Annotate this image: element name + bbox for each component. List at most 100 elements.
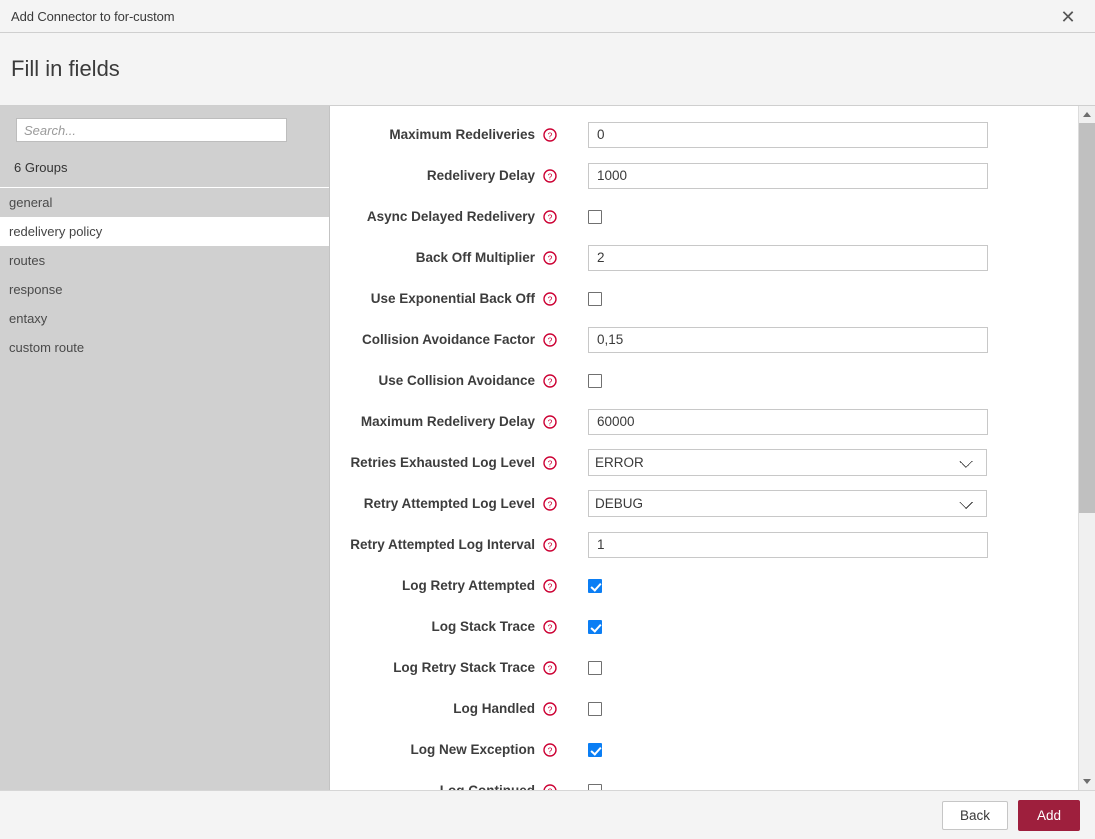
- help-circle-icon[interactable]: ?: [543, 456, 557, 470]
- search-input[interactable]: [16, 118, 287, 142]
- help-circle-icon[interactable]: ?: [543, 374, 557, 388]
- search-container: [0, 118, 329, 142]
- svg-text:?: ?: [548, 171, 553, 181]
- form-row: Maximum Redelivery Delay?: [330, 401, 1077, 442]
- field-label-cell: Back Off Multiplier?: [330, 250, 567, 265]
- field-label-cell: Redelivery Delay?: [330, 168, 567, 183]
- field-label: Maximum Redeliveries: [389, 127, 535, 142]
- form-row: Retry Attempted Log Level? DEBUG: [330, 483, 1077, 524]
- field-checkbox[interactable]: [588, 702, 602, 716]
- field-label: Log Retry Stack Trace: [393, 660, 535, 675]
- sidebar-item-routes[interactable]: routes: [0, 246, 329, 275]
- field-label: Log Handled: [453, 701, 535, 716]
- help-circle-icon[interactable]: ?: [543, 579, 557, 593]
- dialog-titlebar: Add Connector to for-custom ✕: [0, 0, 1095, 33]
- field-input[interactable]: [588, 245, 988, 271]
- form-row: Retry Attempted Log Interval?: [330, 524, 1077, 565]
- form-row: Back Off Multiplier?: [330, 237, 1077, 278]
- form-row: Log Handled?: [330, 688, 1077, 729]
- field-control-cell: [567, 702, 1077, 716]
- field-checkbox[interactable]: [588, 292, 602, 306]
- close-icon[interactable]: ✕: [1051, 0, 1085, 33]
- form-row: Retries Exhausted Log Level?ERROR: [330, 442, 1077, 483]
- sidebar-item-redelivery-policy[interactable]: redelivery policy: [0, 217, 329, 246]
- help-circle-icon[interactable]: ?: [543, 333, 557, 347]
- help-circle-icon[interactable]: ?: [543, 169, 557, 183]
- help-circle-icon[interactable]: ?: [543, 292, 557, 306]
- svg-text:?: ?: [548, 499, 553, 509]
- svg-text:?: ?: [548, 663, 553, 673]
- field-label-cell: Log Handled?: [330, 701, 567, 716]
- field-label-cell: Log Retry Attempted?: [330, 578, 567, 593]
- sidebar-item-label: general: [9, 195, 52, 210]
- field-label-cell: Log Continued?: [330, 783, 567, 790]
- scrollbar-thumb[interactable]: [1079, 123, 1095, 513]
- field-checkbox[interactable]: [588, 620, 602, 634]
- field-control-cell: DEBUG: [567, 490, 1077, 517]
- group-list: general redelivery policyroutesresponseen…: [0, 188, 329, 362]
- field-label-cell: Maximum Redeliveries?: [330, 127, 567, 142]
- form-row: Maximum Redeliveries?: [330, 114, 1077, 155]
- groups-sidebar: 6 Groups general redelivery policyroutesr…: [0, 106, 330, 790]
- add-connector-dialog: Add Connector to for-custom ✕ Fill in fi…: [0, 0, 1095, 839]
- field-label-cell: Log Stack Trace?: [330, 619, 567, 634]
- svg-text:?: ?: [548, 335, 553, 345]
- help-circle-icon[interactable]: ?: [543, 497, 557, 511]
- page-title: Fill in fields: [11, 56, 120, 82]
- help-circle-icon[interactable]: ?: [543, 251, 557, 265]
- field-control-cell: [567, 579, 1077, 593]
- field-checkbox[interactable]: [588, 579, 602, 593]
- add-button[interactable]: Add: [1018, 800, 1080, 831]
- field-checkbox[interactable]: [588, 784, 602, 791]
- help-circle-icon[interactable]: ?: [543, 538, 557, 552]
- sidebar-item-custom-route[interactable]: custom route: [0, 333, 329, 362]
- field-label: Maximum Redelivery Delay: [361, 414, 535, 429]
- sidebar-item-response[interactable]: response: [0, 275, 329, 304]
- field-select[interactable]: DEBUG: [588, 490, 987, 517]
- form-row: Use Exponential Back Off?: [330, 278, 1077, 319]
- field-input[interactable]: [588, 122, 988, 148]
- field-label: Log Stack Trace: [431, 619, 535, 634]
- scrollbar-track[interactable]: [1079, 123, 1095, 773]
- sidebar-item-general[interactable]: general: [0, 188, 329, 217]
- field-checkbox[interactable]: [588, 743, 602, 757]
- field-input[interactable]: [588, 532, 988, 558]
- help-circle-icon[interactable]: ?: [543, 661, 557, 675]
- field-input[interactable]: [588, 409, 988, 435]
- svg-text:?: ?: [548, 745, 553, 755]
- field-label-cell: Use Exponential Back Off?: [330, 291, 567, 306]
- form-row: Collision Avoidance Factor?: [330, 319, 1077, 360]
- help-circle-icon[interactable]: ?: [543, 128, 557, 142]
- help-circle-icon[interactable]: ?: [543, 210, 557, 224]
- field-input[interactable]: [588, 327, 988, 353]
- field-select[interactable]: ERROR: [588, 449, 987, 476]
- form-row: Redelivery Delay?: [330, 155, 1077, 196]
- field-label-cell: Log New Exception?: [330, 742, 567, 757]
- sidebar-item-entaxy[interactable]: entaxy: [0, 304, 329, 333]
- scroll-down-arrow-icon[interactable]: [1079, 773, 1095, 790]
- field-checkbox[interactable]: [588, 210, 602, 224]
- svg-text:?: ?: [548, 458, 553, 468]
- field-checkbox[interactable]: [588, 374, 602, 388]
- form-scrollbar[interactable]: [1078, 106, 1095, 790]
- field-label: Use Collision Avoidance: [378, 373, 535, 388]
- svg-text:?: ?: [548, 294, 553, 304]
- help-circle-icon[interactable]: ?: [543, 702, 557, 716]
- field-checkbox[interactable]: [588, 661, 602, 675]
- scroll-up-arrow-icon[interactable]: [1079, 106, 1095, 123]
- field-control-cell: [567, 163, 1077, 189]
- field-input[interactable]: [588, 163, 988, 189]
- back-button[interactable]: Back: [942, 801, 1008, 830]
- help-circle-icon[interactable]: ?: [543, 415, 557, 429]
- form-row: Async Delayed Redelivery?: [330, 196, 1077, 237]
- field-label: Retry Attempted Log Interval: [350, 537, 535, 552]
- field-label: Log Continued: [440, 783, 535, 790]
- help-circle-icon[interactable]: ?: [543, 620, 557, 634]
- svg-text:?: ?: [548, 417, 553, 427]
- field-label: Retry Attempted Log Level: [364, 496, 535, 511]
- help-circle-icon[interactable]: ?: [543, 784, 557, 791]
- help-circle-icon[interactable]: ?: [543, 743, 557, 757]
- field-control-cell: [567, 327, 1077, 353]
- groups-count-label: 6 Groups: [0, 142, 329, 188]
- field-control-cell: [567, 374, 1077, 388]
